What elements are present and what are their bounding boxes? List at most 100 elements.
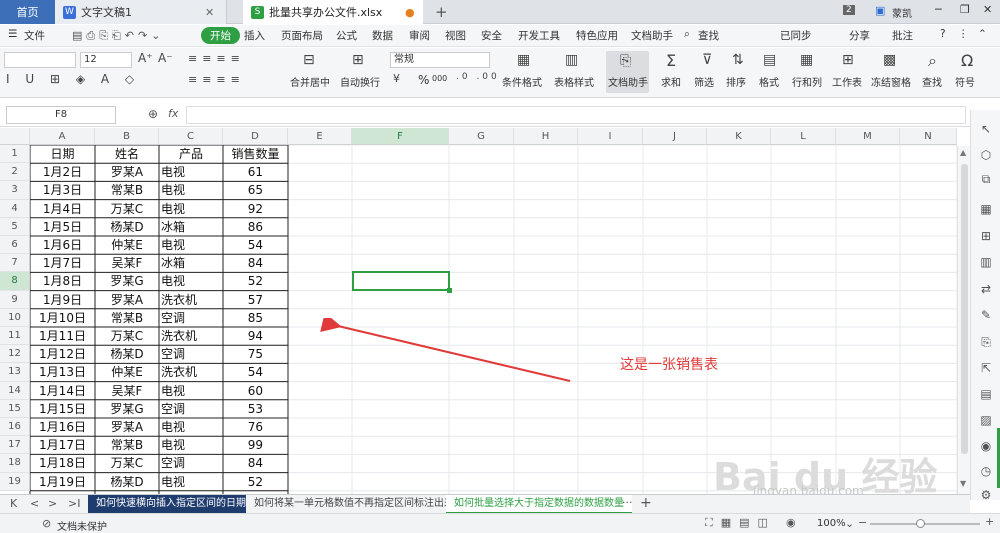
backup-icon[interactable]: ◉ [978,439,994,453]
table-cell[interactable]: 84 [223,454,288,472]
table-cell[interactable]: 1月2日 [30,163,95,181]
column-header-n[interactable]: N [900,128,957,145]
sheet-tab-1[interactable]: 如何快速横向插入指定区间的日期 [88,495,254,514]
row-header-3[interactable]: 3 [0,181,30,200]
table-cell[interactable]: 57 [223,291,288,309]
table-cell[interactable]: 1月12日 [30,345,95,363]
table-cell[interactable]: 52 [223,272,288,290]
merge-center-button[interactable]: 合并居中 [290,74,330,89]
column-header-k[interactable]: K [707,128,771,145]
chart-icon[interactable]: ▥ [978,255,994,269]
wrap-text-icon[interactable]: ⊞ [352,52,364,68]
rowcol-button[interactable]: 行和列 [792,74,822,89]
font-name-select[interactable] [4,52,76,68]
comment-button[interactable]: 批注 [892,28,913,43]
table-cell[interactable]: 65 [223,181,288,199]
table-cell[interactable]: 电视 [159,200,223,218]
table-header-cell[interactable]: 产品 [159,145,223,163]
ribbon-tab-insert[interactable]: 插入 [244,28,265,43]
table-style-button[interactable]: 表格样式 [554,74,594,89]
table-cell[interactable]: 常某B [95,181,159,199]
table-cell[interactable]: 电视 [159,236,223,254]
thousands-button[interactable]: 000 [432,74,447,83]
fx-icon[interactable]: fx [168,107,178,120]
column-header-b[interactable]: B [95,128,159,145]
symbol-button[interactable]: 符号 [955,74,975,89]
rowcol-icon[interactable]: ▦ [800,52,813,68]
row-header-11[interactable]: 11 [0,327,30,346]
table-cell[interactable]: 99 [223,436,288,454]
ribbon-tab-devtools[interactable]: 开发工具 [518,28,560,43]
zoom-in-icon[interactable]: + [985,515,994,528]
row-header-15[interactable]: 15 [0,399,30,418]
table-cell[interactable]: 1月14日 [30,382,95,400]
freeze-icon[interactable]: ▩ [883,52,896,68]
history-icon[interactable]: ◷ [978,464,994,478]
table-cell[interactable]: 1月3日 [30,181,95,199]
tab-close-icon[interactable]: ✕ [205,6,214,19]
vertical-scrollbar[interactable]: ▲ ▼ [957,146,970,494]
protect-status[interactable]: 文档未保护 [57,518,107,533]
table-cell[interactable]: 电视 [159,382,223,400]
table-cell[interactable]: 杨某D [95,345,159,363]
add-sheet-button[interactable]: + [640,495,652,511]
edit-icon[interactable]: ✎ [978,308,994,322]
column-header-i[interactable]: I [578,128,643,145]
ribbon-tab-formula[interactable]: 公式 [336,28,357,43]
formula-input[interactable] [186,106,966,124]
table-cell[interactable]: 60 [223,382,288,400]
table-header-cell[interactable]: 日期 [30,145,95,163]
table-cell[interactable]: 1月18日 [30,454,95,472]
table-cell[interactable]: 罗某A [95,291,159,309]
ribbon-tab-layout[interactable]: 页面布局 [281,28,323,43]
row-header-1[interactable]: 1 [0,145,30,164]
sync-status[interactable]: 已同步 [780,28,812,43]
row-header-6[interactable]: 6 [0,236,30,255]
sort-icon[interactable]: ⇅ [732,52,744,68]
zoom-dropdown-icon[interactable]: ⌄ [845,517,854,530]
tab-document[interactable]: W 文字文稿1 ✕ [55,0,227,24]
table-style-icon[interactable]: ▥ [565,52,578,68]
format-button[interactable]: 格式 [759,74,779,89]
column-header-f[interactable]: F [352,128,449,145]
table-cell[interactable]: 罗某G [95,272,159,290]
row-header-10[interactable]: 10 [0,308,30,327]
table-cell[interactable]: 76 [223,418,288,436]
grow-font-icon[interactable]: A⁺ [138,51,153,65]
export-icon[interactable]: ⇱ [978,361,994,375]
table-cell[interactable]: 75 [223,345,288,363]
sum-icon[interactable]: Σ [666,51,676,70]
column-header-h[interactable]: H [514,128,578,145]
sort-button[interactable]: 排序 [726,74,746,89]
format-icon[interactable]: ▤ [763,52,776,68]
align-horizontal-icons[interactable]: ≡≡≡≡ [188,73,245,86]
align-top-icons[interactable]: ≡≡≡≡ [188,52,245,65]
column-header-m[interactable]: M [836,128,900,145]
first-sheet-icon[interactable]: K [10,497,17,510]
spreadsheet-grid[interactable]: ABCDEFGHIJKLMN 1 2 3 4 5 6 7 8 9 10 11 12 13 14 15 16 17… [0,128,970,494]
properties-icon[interactable]: ▦ [978,202,994,216]
table-cell[interactable]: 仲某E [95,236,159,254]
row-header-8[interactable]: 8 [0,272,30,291]
last-sheet-icon[interactable]: >I [68,497,80,510]
ribbon-tab-review[interactable]: 审阅 [409,28,430,43]
menu-icon[interactable]: ☰ [8,28,17,40]
eye-protect-icon[interactable]: ◉ [786,516,796,529]
column-header-l[interactable]: L [771,128,836,145]
table-cell[interactable]: 85 [223,309,288,327]
row-header-19[interactable]: 19 [0,472,30,491]
minimize-icon[interactable]: ─ [935,3,942,16]
zoom-level[interactable]: 100% [817,518,846,529]
table-cell[interactable]: 61 [223,163,288,181]
table-cell[interactable]: 仲某E [95,363,159,381]
scroll-up-icon[interactable]: ▲ [960,148,966,157]
scroll-down-icon[interactable]: ▼ [960,479,966,488]
layers-icon[interactable]: ⧉ [978,172,994,187]
table-cell[interactable]: 53 [223,400,288,418]
search-icon[interactable]: ⌕ [684,28,690,41]
table-cell[interactable]: 92 [223,200,288,218]
shrink-font-icon[interactable]: A⁻ [158,51,173,65]
row-header-12[interactable]: 12 [0,345,30,364]
apps-icon[interactable]: ⊞ [978,229,994,243]
doc-icon[interactable]: ▤ [978,387,994,401]
